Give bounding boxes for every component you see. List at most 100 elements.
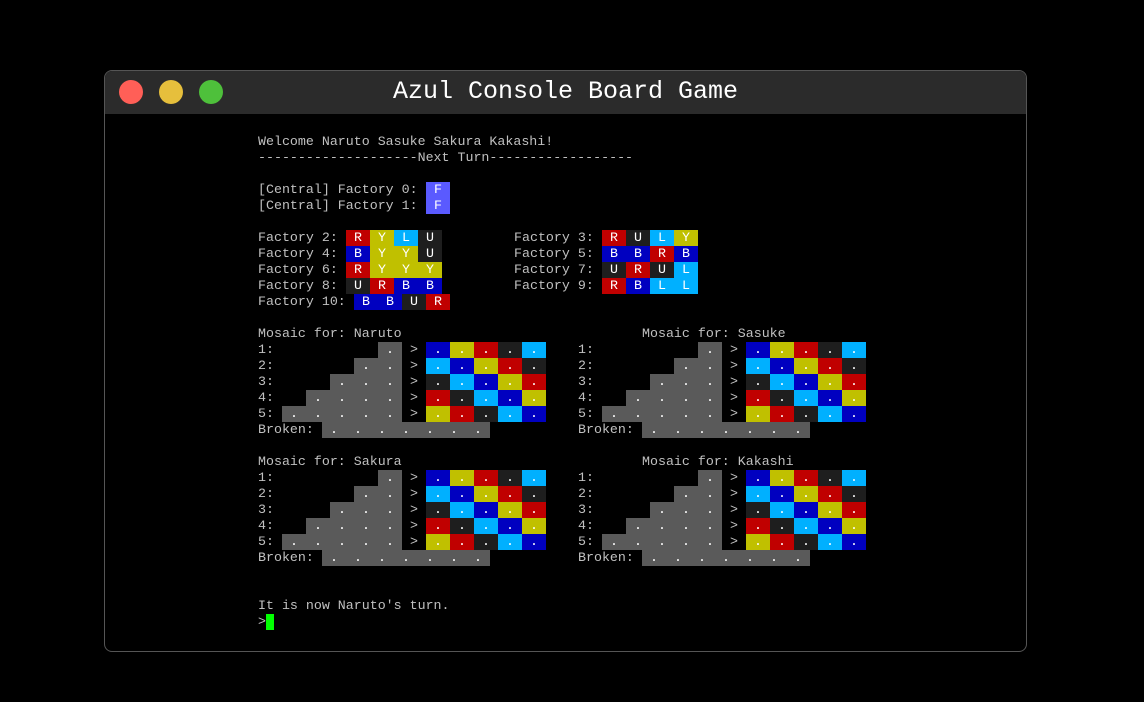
wall-cell-R: . — [426, 518, 450, 534]
broken-slot: . — [690, 550, 714, 566]
pattern-line-slot: . — [282, 406, 306, 422]
wall-cell-U: . — [522, 358, 546, 374]
pattern-line-slot: . — [626, 406, 650, 422]
pattern-line-slot: . — [378, 406, 402, 422]
pattern-line-label: 3: — [578, 374, 594, 389]
wall-cell-U: . — [794, 534, 818, 550]
arrow-icon: > — [410, 470, 418, 485]
wall-cell-U: . — [450, 390, 474, 406]
wall-cell-B: . — [426, 470, 450, 486]
tile-R: R — [602, 230, 626, 246]
tile-R: R — [602, 278, 626, 294]
pattern-line-slot: . — [698, 358, 722, 374]
factory-label: Factory 4: — [258, 246, 346, 261]
wall-cell-U: . — [474, 534, 498, 550]
wall-cell-U: . — [770, 390, 794, 406]
pattern-line-slot: . — [378, 358, 402, 374]
turn-status: It is now Naruto's turn. — [258, 598, 450, 613]
tile-B: B — [346, 246, 370, 262]
pattern-line-slot: . — [306, 518, 330, 534]
arrow-icon: > — [730, 518, 738, 533]
wall-cell-L: . — [818, 534, 842, 550]
wall-cell-R: . — [818, 358, 842, 374]
broken-slot: . — [642, 422, 666, 438]
wall-cell-L: . — [426, 486, 450, 502]
wall-cell-U: . — [426, 374, 450, 390]
tile-U: U — [418, 246, 442, 262]
pattern-line-slot: . — [330, 374, 354, 390]
factory-label: Factory 7: — [514, 262, 602, 277]
wall-cell-R: . — [474, 470, 498, 486]
factory-label: Factory 8: — [258, 278, 346, 293]
text-cursor[interactable] — [266, 614, 274, 630]
pattern-line-slot: . — [378, 390, 402, 406]
tile-F: F — [426, 182, 450, 198]
wall-cell-L: . — [426, 358, 450, 374]
wall-cell-U: . — [746, 374, 770, 390]
wall-cell-L: . — [770, 374, 794, 390]
command-prompt: > — [258, 614, 266, 629]
wall-cell-U: . — [842, 486, 866, 502]
broken-label: Broken: — [578, 550, 634, 565]
pattern-line-slot: . — [698, 502, 722, 518]
wall-cell-L: . — [474, 390, 498, 406]
wall-cell-R: . — [842, 502, 866, 518]
broken-slot: . — [418, 422, 442, 438]
pattern-line-slot: . — [330, 534, 354, 550]
tile-F: F — [426, 198, 450, 214]
pattern-line-slot: . — [674, 390, 698, 406]
wall-cell-B: . — [498, 518, 522, 534]
wall-cell-B: . — [522, 534, 546, 550]
pattern-line-slot: . — [602, 406, 626, 422]
broken-slot: . — [666, 422, 690, 438]
arrow-icon: > — [730, 390, 738, 405]
pattern-line-slot: . — [650, 374, 674, 390]
wall-cell-L: . — [450, 374, 474, 390]
pattern-line-slot: . — [330, 390, 354, 406]
pattern-line-slot: . — [650, 534, 674, 550]
wall-cell-B: . — [474, 502, 498, 518]
broken-slot: . — [762, 550, 786, 566]
wall-cell-B: . — [818, 390, 842, 406]
tile-B: B — [394, 278, 418, 294]
wall-cell-R: . — [818, 486, 842, 502]
tile-B: B — [354, 294, 378, 310]
tile-R: R — [346, 262, 370, 278]
wall-cell-B: . — [498, 390, 522, 406]
turn-separator: --------------------Next Turn-----------… — [258, 150, 634, 165]
tile-R: R — [650, 246, 674, 262]
broken-slot: . — [346, 550, 370, 566]
wall-cell-R: . — [474, 342, 498, 358]
wall-cell-U: . — [746, 502, 770, 518]
pattern-line-slot: . — [698, 534, 722, 550]
wall-cell-Y: . — [474, 486, 498, 502]
mosaic-title: Mosaic for: Sakura — [258, 454, 402, 469]
wall-cell-B: . — [746, 470, 770, 486]
tile-L: L — [650, 278, 674, 294]
tile-U: U — [602, 262, 626, 278]
pattern-line-slot: . — [602, 534, 626, 550]
tile-L: L — [394, 230, 418, 246]
pattern-line-slot: . — [330, 518, 354, 534]
pattern-line-slot: . — [626, 390, 650, 406]
factory-label: Factory 6: — [258, 262, 346, 277]
broken-slot: . — [370, 422, 394, 438]
console-output[interactable]: Welcome Naruto Sasuke Sakura Kakashi! ---… — [0, 0, 1144, 702]
tile-B: B — [602, 246, 626, 262]
wall-cell-Y: . — [794, 486, 818, 502]
wall-cell-R: . — [746, 518, 770, 534]
wall-cell-B: . — [818, 518, 842, 534]
wall-cell-B: . — [426, 342, 450, 358]
pattern-line-slot: . — [354, 374, 378, 390]
pattern-line-label: 2: — [258, 358, 274, 373]
pattern-line-slot: . — [698, 486, 722, 502]
arrow-icon: > — [410, 406, 418, 421]
broken-label: Broken: — [258, 550, 314, 565]
wall-cell-B: . — [794, 502, 818, 518]
pattern-line-label: 1: — [258, 342, 274, 357]
broken-slot: . — [442, 550, 466, 566]
pattern-line-slot: . — [674, 486, 698, 502]
tile-Y: Y — [370, 262, 394, 278]
wall-cell-Y: . — [498, 374, 522, 390]
pattern-line-label: 4: — [578, 390, 594, 405]
